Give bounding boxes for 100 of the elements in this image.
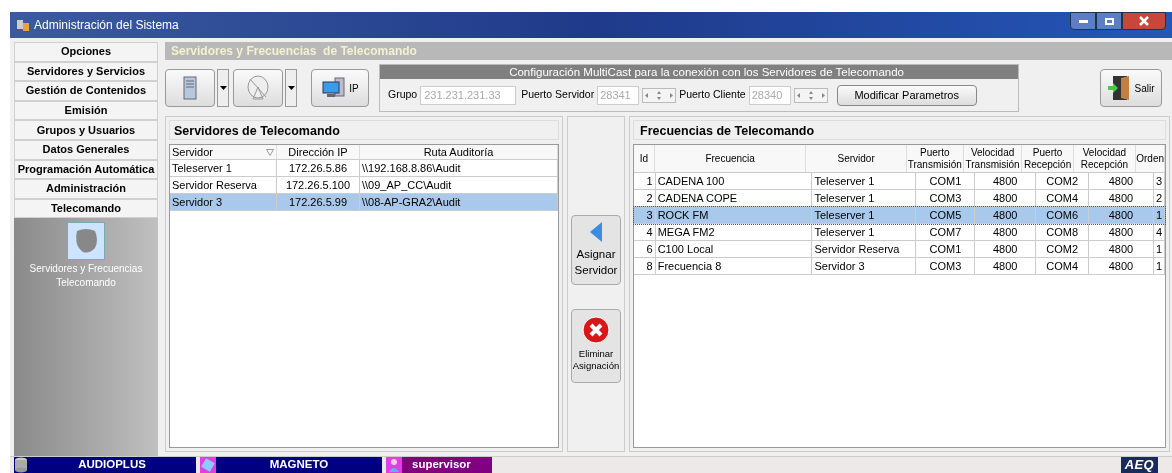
caret-icon	[219, 86, 227, 90]
table-cell: 1	[634, 173, 656, 189]
app-icon	[16, 18, 30, 32]
table-cell: \\09_AP_CC\Audit	[360, 177, 558, 193]
exit-button[interactable]: Salir	[1100, 69, 1162, 107]
modify-parameters-button[interactable]: Modificar Parametros	[836, 84, 977, 106]
table-cell: 4800	[1089, 207, 1154, 223]
sidebar-item[interactable]: Programación Automática	[14, 159, 158, 180]
table-cell: Servidor 3	[812, 258, 917, 274]
table-cell: COM3	[916, 258, 976, 274]
table-cell: 4	[1153, 224, 1165, 240]
left-arrow-icon	[590, 222, 602, 242]
column-header[interactable]: Servidor	[170, 145, 277, 159]
minimize-button[interactable]	[1070, 12, 1096, 30]
table-cell: 3	[634, 207, 656, 223]
assign-server-button[interactable]: Asignar Servidor	[571, 215, 621, 285]
sidebar-item[interactable]: Grupos y Usuarios	[14, 120, 158, 140]
table-row[interactable]: 8 Frecuencia 8 Servidor 3 COM3 4800 COM4 4800 1	[634, 258, 1165, 275]
filter-icon	[266, 148, 274, 156]
table-cell: 3	[1153, 173, 1165, 189]
close-button[interactable]	[1122, 12, 1166, 30]
caret-icon	[287, 86, 295, 90]
remove-assignment-button[interactable]: Eliminar Asignación	[571, 309, 621, 383]
table-row[interactable]: Servidor 3 172.26.5.99 \\08-AP-GRA2\Audit	[170, 194, 558, 211]
column-header[interactable]: Orden	[1136, 145, 1165, 172]
table-cell: 4800	[1089, 173, 1154, 189]
column-header[interactable]: Dirección IP	[277, 145, 360, 159]
table-cell: Teleserver 1	[812, 207, 917, 223]
table-row[interactable]: 6 C100 Local Servidor Reserva COM1 4800 COM2 4800 1	[634, 241, 1165, 258]
table-cell: 4800	[975, 241, 1037, 257]
column-header[interactable]: Ruta Auditoría	[360, 145, 558, 159]
computer-icon	[321, 77, 348, 99]
client-port-label: Puerto Cliente	[679, 87, 746, 103]
maximize-button[interactable]	[1096, 12, 1122, 30]
error-icon	[582, 316, 610, 344]
table-cell: COM1	[916, 173, 976, 189]
sidebar-item[interactable]: Datos Generales	[14, 139, 158, 160]
table-cell: COM6	[1036, 207, 1090, 223]
spin-control[interactable]	[793, 87, 828, 103]
table-cell: 4800	[975, 258, 1037, 274]
table-cell: 4	[634, 224, 656, 240]
panel-title: Servidores de Telecomando	[169, 120, 559, 140]
table-cell: 172.26.5.99	[277, 194, 360, 210]
server-icon	[183, 76, 197, 100]
table-cell: Teleserver 1	[812, 224, 917, 240]
multicast-title: Configuración MultiCast para la conexión con los Servidores de Telecomando	[380, 65, 1018, 79]
logo: AEQ	[1120, 457, 1158, 473]
status-item: AUDIOPLUS	[14, 457, 196, 473]
table-row[interactable]: 3 ROCK FM Teleserver 1 COM5 4800 COM6 4800 1	[634, 207, 1165, 224]
dropdown-button[interactable]	[217, 69, 229, 107]
table-cell: Servidor Reserva	[812, 241, 917, 257]
table-cell: MEGA FM2	[655, 224, 813, 240]
group-label: Grupo	[388, 87, 418, 103]
column-header[interactable]: Puerto Recepción	[1022, 145, 1074, 172]
close-icon	[1139, 16, 1149, 26]
table-cell: \\192.168.8.86\Audit	[360, 160, 558, 176]
table-cell: 4800	[975, 207, 1037, 223]
table-row[interactable]: Teleserver 1 172.26.5.86 \\192.168.8.86\Audit	[170, 160, 558, 177]
table-cell: Servidor Reserva	[170, 177, 277, 193]
status-item: MAGNETO	[200, 457, 382, 473]
user-icon	[386, 457, 402, 473]
table-cell: ROCK FM	[655, 207, 813, 223]
table-row[interactable]: Servidor Reserva 172.26.5.100 \\09_AP_CC\Audit	[170, 177, 558, 194]
table-cell: 8	[634, 258, 656, 274]
sidebar-item[interactable]: Telecomando	[14, 198, 158, 219]
page-title: Servidores y Frecuencias de Telecomando	[171, 43, 417, 60]
column-header[interactable]: Velocidad Transmisión	[963, 145, 1023, 172]
table-cell: COM2	[1036, 173, 1090, 189]
table-row[interactable]: 2 CADENA COPE Teleserver 1 COM3 4800 COM4 4800 2	[634, 190, 1165, 207]
column-header[interactable]: Servidor	[806, 145, 907, 172]
table-cell: Frecuencia 8	[655, 258, 813, 274]
status-item: supervisor	[386, 457, 492, 473]
table-row[interactable]: 1 CADENA 100 Teleserver 1 COM1 4800 COM2 4800 3	[634, 173, 1165, 190]
column-header[interactable]: Velocidad Recepción	[1073, 145, 1137, 172]
column-header[interactable]: Puerto Transmisión	[906, 145, 964, 172]
sidebar-item[interactable]: Administración	[14, 179, 158, 199]
table-cell: 4800	[1089, 258, 1154, 274]
column-header[interactable]: Id	[634, 145, 655, 172]
table-cell: Servidor 3	[170, 194, 277, 210]
table-cell: 4800	[975, 173, 1037, 189]
table-cell: 4800	[975, 224, 1037, 240]
dropdown-button[interactable]	[285, 69, 297, 107]
spin-control[interactable]	[642, 87, 677, 103]
table-cell: \\08-AP-GRA2\Audit	[360, 194, 558, 210]
table-cell: C100 Local	[655, 241, 813, 257]
server-port-label: Puerto Servidor	[521, 87, 595, 103]
ip-button[interactable]: IP	[311, 69, 369, 107]
tape-icon	[200, 457, 216, 473]
table-cell: CADENA 100	[655, 173, 813, 189]
table-cell: COM2	[1036, 241, 1090, 257]
satellite-dish-icon	[245, 75, 271, 101]
sidebar-item[interactable]: Servidores y Servicios	[14, 61, 158, 82]
table-cell: Teleserver 1	[812, 173, 917, 189]
sidebar-item[interactable]: Opciones	[14, 42, 158, 62]
table-row[interactable]: 4 MEGA FM2 Teleserver 1 COM7 4800 COM8 4800 4	[634, 224, 1165, 241]
sidebar-item[interactable]: Emisión	[14, 100, 158, 121]
exit-door-icon	[1107, 75, 1132, 101]
sidebar-item[interactable]: Gestión de Contenidos	[14, 81, 158, 101]
table-cell: 6	[634, 241, 656, 257]
column-header[interactable]: Frecuencia	[654, 145, 807, 172]
